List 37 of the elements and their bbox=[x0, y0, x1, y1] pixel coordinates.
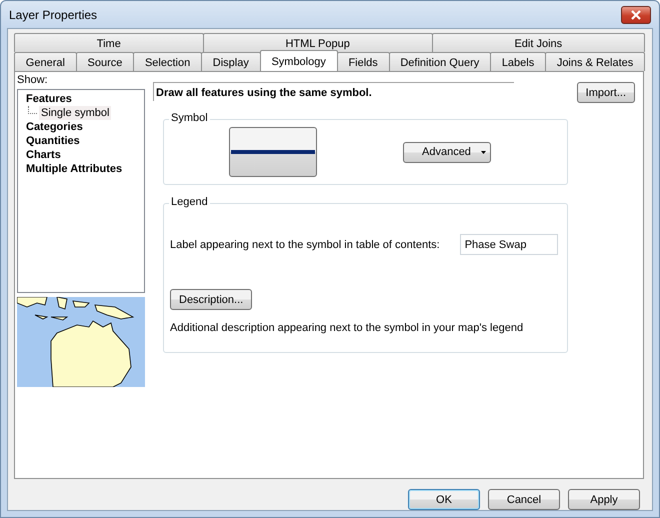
group-title: Legend bbox=[169, 196, 210, 208]
tab[interactable]: HTML Popup bbox=[202, 33, 433, 52]
close-button[interactable] bbox=[621, 6, 651, 24]
description-button[interactable]: Description... bbox=[170, 289, 252, 310]
group-title: Symbol bbox=[169, 112, 210, 124]
tree-item[interactable]: Multiple Attributes bbox=[24, 162, 124, 176]
label-prompt: Label appearing next to the symbol in table of contents: bbox=[170, 238, 440, 250]
tree-item[interactable]: Quantities bbox=[24, 134, 82, 148]
tab[interactable]: Symbology bbox=[260, 50, 338, 71]
dialog-button[interactable]: Apply bbox=[568, 489, 640, 510]
tree-item[interactable]: Features bbox=[24, 92, 74, 106]
tab[interactable]: Joins & Relates bbox=[545, 52, 646, 71]
description-note: Additional description appearing next to the symbol in your map's legend bbox=[170, 322, 524, 334]
tab[interactable]: Fields bbox=[336, 52, 390, 71]
import-button[interactable]: Import... bbox=[576, 82, 635, 103]
tab[interactable]: Source bbox=[76, 52, 134, 71]
tab[interactable]: Definition Query bbox=[388, 52, 492, 71]
tab[interactable]: General bbox=[14, 52, 77, 71]
line-symbol-icon bbox=[231, 150, 315, 154]
description-heading: Draw all features using the same symbol. bbox=[153, 82, 514, 101]
show-label: Show: bbox=[17, 74, 49, 88]
advanced-button[interactable]: Advanced bbox=[403, 142, 491, 162]
tab[interactable]: Display bbox=[201, 52, 261, 71]
tab[interactable]: Time bbox=[14, 33, 204, 52]
label-field[interactable]: Phase Swap bbox=[460, 234, 558, 255]
tree-item[interactable]: Charts bbox=[24, 148, 63, 162]
tab[interactable]: Edit Joins bbox=[432, 33, 645, 52]
tab[interactable]: Labels bbox=[490, 52, 546, 71]
window-title: Layer Properties bbox=[8, 8, 98, 22]
dialog-button[interactable]: Cancel bbox=[488, 489, 560, 510]
close-icon bbox=[630, 10, 642, 20]
tab[interactable]: Selection bbox=[133, 52, 202, 71]
dialog-button[interactable]: OK bbox=[408, 489, 480, 510]
tree-item[interactable]: Categories bbox=[24, 120, 85, 134]
caret-icon bbox=[480, 150, 486, 154]
tree-item[interactable]: Single symbol bbox=[39, 106, 112, 120]
symbol-button[interactable] bbox=[229, 127, 317, 177]
